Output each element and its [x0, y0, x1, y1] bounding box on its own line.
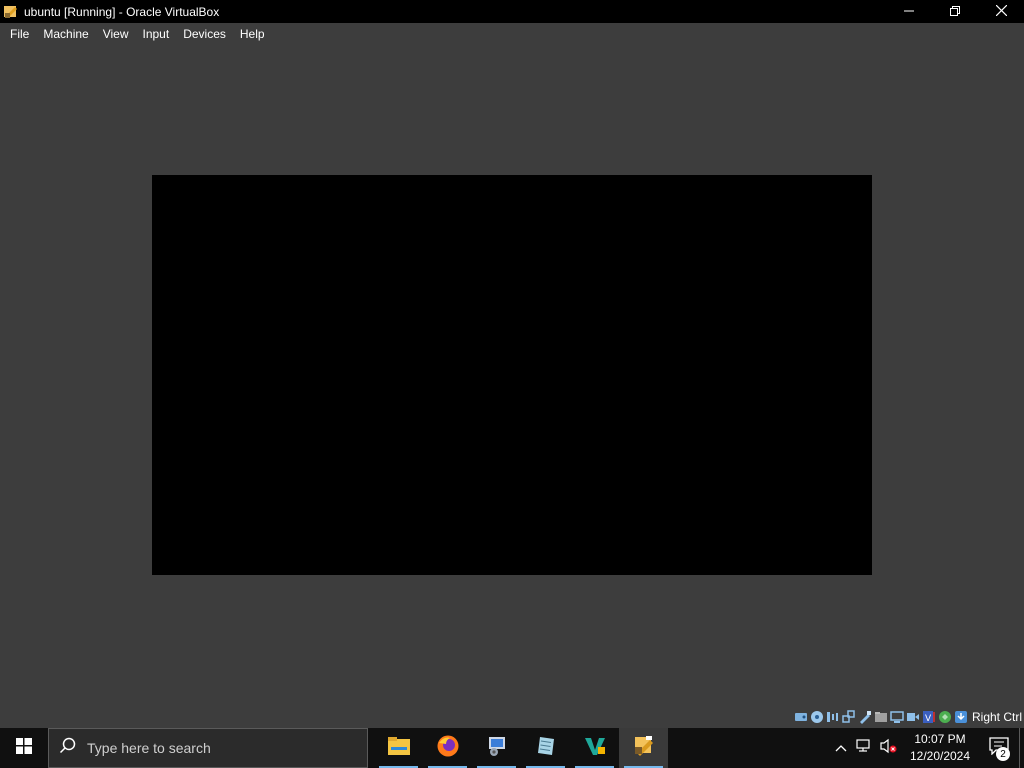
taskbar-app-notepad[interactable] [521, 728, 570, 768]
minimize-button[interactable] [886, 0, 932, 23]
shared-folders-icon[interactable] [874, 710, 888, 724]
keyboard-capture-icon[interactable] [954, 710, 968, 724]
show-desktop-button[interactable] [1019, 728, 1024, 768]
taskbar-search-box[interactable]: Type here to search [48, 728, 368, 768]
start-button[interactable] [0, 728, 48, 768]
title-bar[interactable]: ubuntu [Running] - Oracle VirtualBox [0, 0, 1024, 23]
menu-help[interactable]: Help [233, 24, 272, 44]
network-icon[interactable] [842, 709, 856, 724]
audio-icon[interactable] [826, 710, 840, 724]
clock-date: 12/20/2024 [909, 749, 971, 763]
vm-display-area[interactable] [0, 45, 1024, 705]
taskbar-app-vscode[interactable] [570, 728, 619, 768]
virtualbox-icon [632, 734, 656, 763]
firefox-icon [436, 734, 460, 763]
menu-machine[interactable]: Machine [36, 24, 95, 44]
network-status-button[interactable] [853, 728, 877, 768]
vm-screen[interactable] [152, 175, 872, 575]
taskbar-clock[interactable]: 10:07 PM 12/20/2024 [905, 731, 975, 765]
host-key-label: Right Ctrl [971, 709, 1022, 724]
taskbar-app-control-panel[interactable] [472, 728, 521, 768]
vm-status-bar: V Right Ctrl [0, 705, 1024, 728]
notepad-icon [534, 734, 558, 763]
volume-button[interactable] [877, 728, 901, 768]
chevron-up-icon [835, 739, 847, 757]
menu-input[interactable]: Input [136, 24, 177, 44]
restore-button[interactable] [932, 0, 978, 23]
window-title: ubuntu [Running] - Oracle VirtualBox [24, 4, 220, 19]
file-explorer-icon [387, 735, 411, 762]
close-button[interactable] [978, 0, 1024, 23]
optical-drive-icon[interactable] [810, 710, 824, 724]
menu-view[interactable]: View [96, 24, 136, 44]
usb-icon[interactable] [858, 710, 872, 724]
clock-time: 10:07 PM [914, 732, 966, 746]
windows-logo-icon [16, 737, 32, 759]
taskbar-app-firefox[interactable] [423, 728, 472, 768]
restore-icon [950, 3, 960, 21]
virtualbox-app-icon[interactable] [3, 4, 19, 20]
cpu-virtualization-icon[interactable]: V [922, 710, 936, 724]
hard-disk-icon[interactable] [794, 710, 808, 724]
notification-count-badge: 2 [996, 747, 1010, 761]
vscode-icon [583, 734, 607, 763]
minimize-icon [904, 3, 914, 21]
network-disconnected-icon [856, 738, 874, 759]
taskbar: Type here to search 10:07 PM 12/20/2024 … [0, 728, 1024, 768]
control-panel-icon [485, 734, 509, 763]
search-icon [59, 737, 77, 760]
menu-file[interactable]: File [3, 24, 36, 44]
menu-bar: File Machine View Input Devices Help [0, 23, 1024, 45]
svg-text:V: V [925, 714, 932, 724]
show-hidden-icons-button[interactable] [829, 728, 853, 768]
volume-muted-icon [880, 738, 898, 759]
recording-icon[interactable] [906, 710, 920, 724]
search-placeholder: Type here to search [87, 740, 211, 756]
menu-devices[interactable]: Devices [176, 24, 233, 44]
system-tray: 10:07 PM 12/20/2024 2 [829, 728, 1024, 768]
display-icon[interactable] [890, 710, 904, 724]
taskbar-app-file-explorer[interactable] [374, 728, 423, 768]
taskbar-app-virtualbox[interactable] [619, 728, 668, 768]
action-center-button[interactable]: 2 [979, 728, 1019, 768]
close-icon [995, 3, 1007, 21]
mouse-integration-icon[interactable] [938, 710, 952, 724]
